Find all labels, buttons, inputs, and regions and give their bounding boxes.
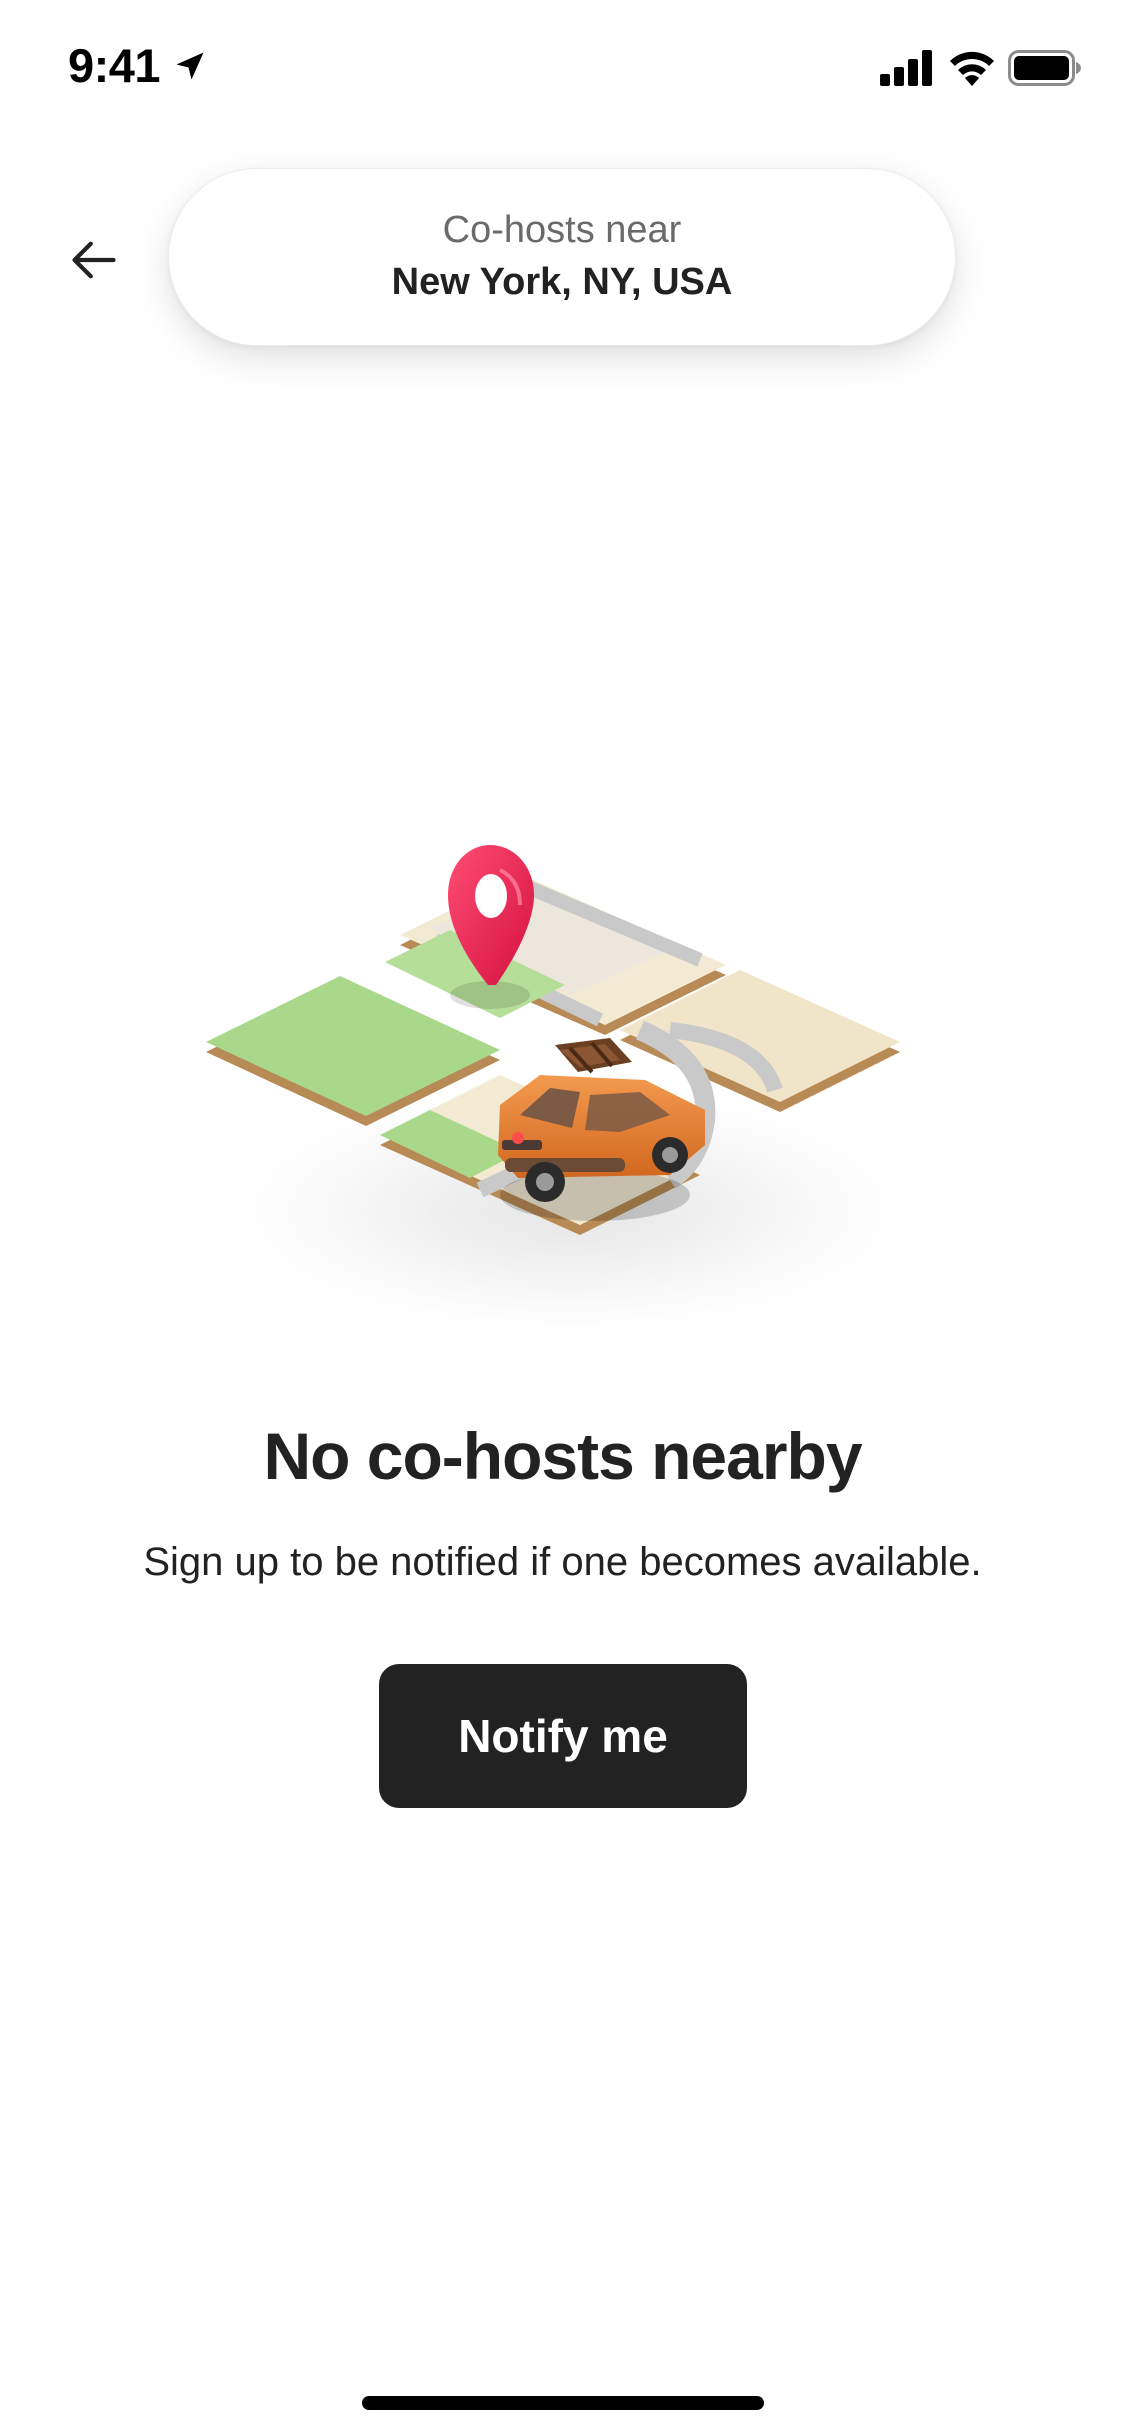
wifi-icon bbox=[950, 51, 994, 86]
back-arrow-icon bbox=[72, 241, 116, 279]
status-time: 9:41 bbox=[68, 39, 161, 92]
back-button[interactable] bbox=[56, 222, 132, 298]
status-bar: 9:41 bbox=[0, 0, 1125, 140]
battery-icon bbox=[1008, 50, 1081, 86]
co-host-search-screen: 9:41 Co-hosts near New York, NY, USA No … bbox=[0, 0, 1125, 2436]
search-location: New York, NY, USA bbox=[391, 261, 733, 303]
empty-state-subtitle: Sign up to be notified if one becomes av… bbox=[143, 1540, 982, 1584]
location-arrow-icon bbox=[176, 52, 204, 80]
location-search-pill[interactable]: Co-hosts near New York, NY, USA bbox=[168, 168, 956, 346]
notify-me-button[interactable]: Notify me bbox=[379, 1664, 747, 1808]
search-label: Co-hosts near bbox=[442, 209, 682, 251]
map-car-illustration bbox=[206, 845, 900, 1330]
empty-state-title: No co-hosts nearby bbox=[263, 1419, 862, 1493]
home-indicator[interactable] bbox=[362, 2396, 764, 2410]
cellular-signal-icon bbox=[880, 50, 932, 86]
